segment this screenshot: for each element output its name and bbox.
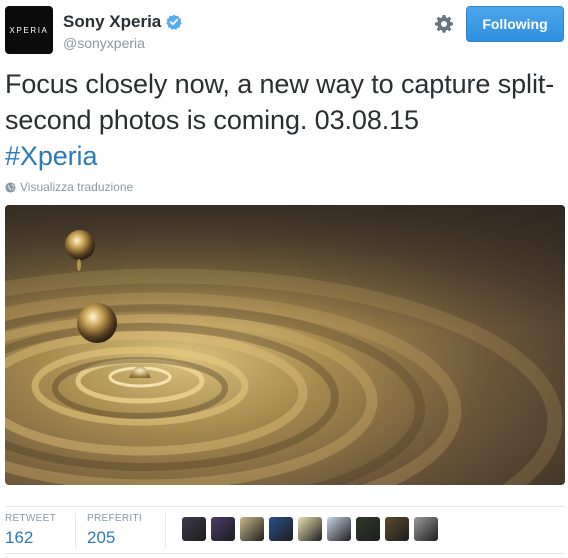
favoriter-avatar[interactable] bbox=[327, 517, 351, 541]
favorites-count: 205 bbox=[87, 528, 116, 547]
retweet-count: 162 bbox=[5, 528, 34, 547]
favoriter-avatar[interactable] bbox=[240, 517, 264, 541]
tweet-text: Focus closely now, a new way to capture … bbox=[5, 66, 561, 174]
following-button[interactable]: Following bbox=[466, 6, 564, 42]
translate-link[interactable]: Visualizza traduzione bbox=[5, 180, 133, 194]
favoriter-avatar[interactable] bbox=[269, 517, 293, 541]
stat-separator bbox=[75, 513, 76, 547]
profile-avatar[interactable]: XPERIA bbox=[5, 6, 53, 54]
screen-name[interactable]: @sonyxperia bbox=[63, 35, 145, 51]
stat-separator bbox=[165, 513, 166, 547]
retweet-label: RETWEET bbox=[5, 513, 56, 524]
translate-label: Visualizza traduzione bbox=[20, 180, 134, 194]
retweet-stat[interactable]: RETWEET 162 bbox=[5, 513, 56, 548]
favoriter-avatar[interactable] bbox=[182, 517, 206, 541]
favoriter-avatar[interactable] bbox=[356, 517, 380, 541]
favorites-stat[interactable]: PREFERITI 205 bbox=[87, 513, 142, 548]
favoriters-list bbox=[182, 517, 443, 541]
favoriter-avatar[interactable] bbox=[211, 517, 235, 541]
stats-divider-top bbox=[5, 506, 565, 507]
favoriter-avatar[interactable] bbox=[414, 517, 438, 541]
globe-icon bbox=[5, 181, 16, 193]
display-name[interactable]: Sony Xperia bbox=[63, 12, 182, 32]
tweet-body: Focus closely now, a new way to capture … bbox=[5, 69, 555, 135]
favoriter-avatar[interactable] bbox=[298, 517, 322, 541]
tweet-photo[interactable] bbox=[5, 205, 565, 485]
hashtag-link[interactable]: #Xperia bbox=[5, 141, 97, 171]
display-name-text: Sony Xperia bbox=[63, 12, 162, 31]
avatar-logo-text: XPERIA bbox=[9, 25, 49, 35]
verified-badge-icon bbox=[166, 14, 182, 30]
favorites-label: PREFERITI bbox=[87, 513, 142, 524]
stats-divider-bottom bbox=[5, 553, 565, 554]
favoriter-avatar[interactable] bbox=[385, 517, 409, 541]
tweet-card: XPERIA Sony Xperia @sonyxperia Following… bbox=[0, 0, 568, 558]
gear-icon[interactable] bbox=[434, 14, 454, 34]
